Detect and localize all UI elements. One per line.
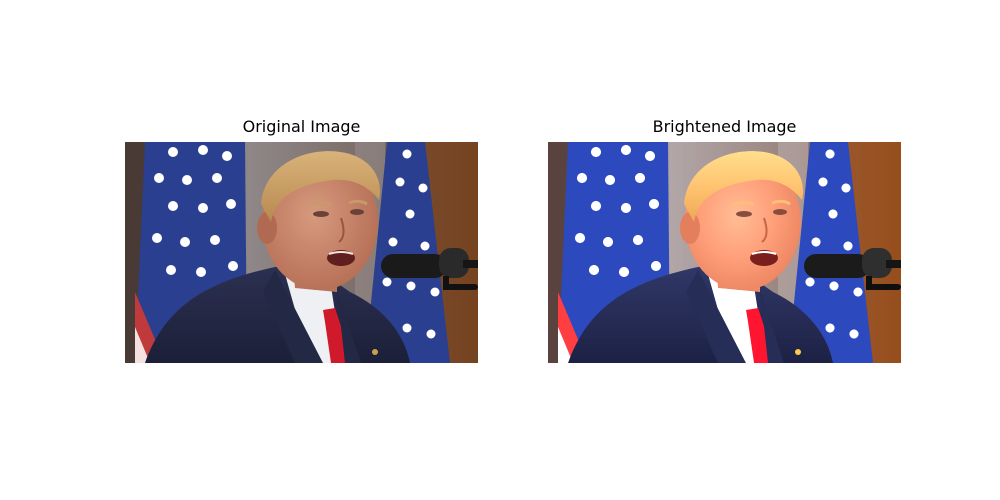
brightened-photo [548,142,901,363]
panel-title-original: Original Image [242,117,361,136]
panel-title-brightened: Brightened Image [652,117,797,136]
original-photo [125,142,478,363]
